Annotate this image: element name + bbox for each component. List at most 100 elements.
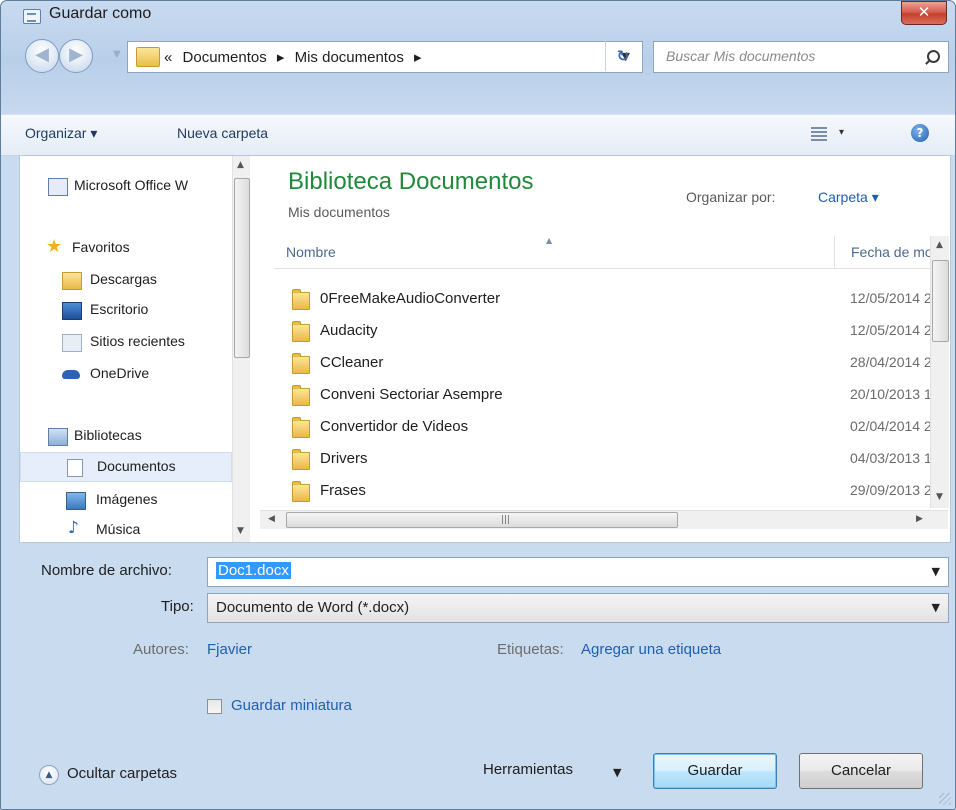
sidebar-item-label: Escritorio bbox=[90, 301, 149, 317]
libraries-icon bbox=[48, 428, 68, 446]
file-date: 28/04/2014 2 bbox=[850, 354, 932, 370]
scroll-down-icon[interactable]: ▼ bbox=[237, 526, 244, 536]
breadcrumb-overflow[interactable]: « bbox=[164, 49, 172, 66]
chevron-down-icon[interactable]: ▼ bbox=[613, 766, 621, 779]
table-row[interactable]: Convertidor de Videos 02/04/2014 2 bbox=[274, 412, 932, 444]
file-date: 04/03/2013 1 bbox=[850, 450, 932, 466]
authors-field[interactable]: Fjavier bbox=[207, 641, 252, 658]
breadcrumb-mis-documentos[interactable]: Mis documentos bbox=[295, 49, 404, 66]
address-bar[interactable]: « Documentos ▸ Mis documentos ▸ ▼ bbox=[127, 41, 643, 73]
filename-input[interactable]: Doc1.docx ▼ bbox=[207, 557, 949, 587]
tags-label: Etiquetas: bbox=[497, 641, 564, 658]
sidebar-item-bibliotecas[interactable]: Bibliotecas bbox=[20, 422, 230, 450]
hide-folders-button[interactable]: Ocultar carpetas bbox=[67, 765, 177, 782]
file-list-horizontal-scrollbar[interactable]: ◀ ||| ▶ bbox=[260, 510, 948, 529]
sidebar-item-escritorio[interactable]: Escritorio bbox=[20, 296, 230, 324]
sidebar-item-label: Música bbox=[96, 521, 141, 537]
sidebar-item-sitios-recientes[interactable]: Sitios recientes bbox=[20, 328, 230, 356]
table-row[interactable]: Audacity 12/05/2014 2 bbox=[274, 316, 932, 348]
scroll-thumb[interactable] bbox=[234, 178, 250, 358]
table-row[interactable]: Frases 29/09/2013 2 bbox=[274, 476, 932, 508]
column-header-row: Nombre ▲ Fecha de mo bbox=[274, 236, 933, 269]
sidebar-item-label: Imágenes bbox=[96, 491, 158, 507]
breadcrumb-separator-icon[interactable]: ▸ bbox=[414, 49, 422, 66]
refresh-icon[interactable]: ↻ bbox=[605, 41, 640, 71]
window-title: Guardar como bbox=[49, 5, 152, 22]
column-header-name[interactable]: Nombre bbox=[286, 244, 336, 260]
sidebar-item-imagenes[interactable]: Imágenes bbox=[20, 486, 230, 514]
table-row[interactable]: 0FreeMakeAudioConverter 12/05/2014 2 bbox=[274, 284, 932, 316]
arrange-by-label: Organizar por: bbox=[686, 189, 776, 205]
sidebar-item-favoritos[interactable]: ★ Favoritos bbox=[20, 234, 230, 262]
back-arrow-icon: ◀ bbox=[35, 44, 49, 65]
sidebar-item-label: Sitios recientes bbox=[90, 333, 185, 349]
breadcrumb-documentos[interactable]: Documentos bbox=[183, 49, 267, 66]
close-button[interactable]: ✕ bbox=[901, 1, 947, 25]
sidebar-item-musica[interactable]: ♪ Música bbox=[20, 516, 230, 542]
navigation-pane: Microsoft Office W ★ Favoritos Descargas… bbox=[20, 156, 260, 542]
tags-field[interactable]: Agregar una etiqueta bbox=[581, 641, 721, 658]
scroll-thumb[interactable] bbox=[932, 260, 949, 342]
sidebar-item-descargas[interactable]: Descargas bbox=[20, 266, 230, 294]
views-icon[interactable] bbox=[811, 127, 827, 141]
filename-value: Doc1.docx bbox=[216, 562, 291, 579]
cancel-button[interactable]: Cancelar bbox=[799, 753, 923, 789]
sidebar-item-microsoft-office-word[interactable]: Microsoft Office W bbox=[20, 172, 230, 200]
tools-button[interactable]: Herramientas bbox=[483, 761, 573, 778]
file-type-select[interactable]: Documento de Word (*.docx) ▼ bbox=[207, 593, 949, 623]
library-subtitle: Mis documentos bbox=[288, 204, 390, 220]
breadcrumb-separator-icon[interactable]: ▸ bbox=[277, 49, 285, 66]
sidebar-item-documentos[interactable]: Documentos bbox=[20, 452, 232, 482]
file-list-pane: Biblioteca Documentos Mis documentos Org… bbox=[260, 156, 950, 542]
back-button[interactable]: ◀ bbox=[25, 39, 59, 73]
breadcrumb: « Documentos ▸ Mis documentos ▸ bbox=[164, 48, 428, 66]
search-placeholder: Buscar Mis documentos bbox=[666, 48, 816, 64]
organize-button[interactable]: Organizar ▾ bbox=[25, 125, 97, 142]
scroll-left-icon[interactable]: ◀ bbox=[268, 514, 275, 524]
sidebar-item-onedrive[interactable]: OneDrive bbox=[20, 360, 230, 388]
scroll-up-icon[interactable]: ▲ bbox=[237, 160, 244, 170]
file-name: 0FreeMakeAudioConverter bbox=[320, 290, 501, 307]
file-type-value: Documento de Word (*.docx) bbox=[216, 599, 410, 616]
folder-icon bbox=[292, 353, 310, 374]
chevron-down-icon[interactable]: ▼ bbox=[932, 601, 940, 614]
file-name: Convertidor de Videos bbox=[320, 418, 469, 435]
title-bar: Guardar como ✕ bbox=[1, 1, 955, 31]
folder-icon bbox=[292, 385, 310, 406]
downloads-folder-icon bbox=[62, 272, 82, 290]
table-row[interactable]: Conveni Sectoriar Asempre 20/10/2013 1 bbox=[274, 380, 932, 412]
search-icon[interactable] bbox=[927, 50, 940, 63]
file-name: CCleaner bbox=[320, 354, 384, 371]
resize-grip-icon[interactable] bbox=[939, 793, 951, 805]
forward-button[interactable]: ▶ bbox=[59, 39, 93, 73]
sidebar-item-label: OneDrive bbox=[90, 365, 150, 381]
views-dropdown-icon[interactable]: ▾ bbox=[839, 127, 844, 138]
table-row[interactable]: CCleaner 28/04/2014 2 bbox=[274, 348, 932, 380]
sidebar-item-label: Microsoft Office W bbox=[74, 177, 189, 193]
file-name: Drivers bbox=[320, 450, 368, 467]
table-row[interactable]: Drivers 04/03/2013 1 bbox=[274, 444, 932, 476]
history-dropdown-icon[interactable]: ▼ bbox=[113, 49, 121, 60]
scroll-down-icon[interactable]: ▼ bbox=[936, 492, 943, 502]
scroll-right-icon[interactable]: ▶ bbox=[916, 514, 923, 524]
hide-folders-icon[interactable]: ▲ bbox=[39, 765, 59, 785]
music-icon: ♪ bbox=[68, 518, 79, 538]
scroll-up-icon[interactable]: ▲ bbox=[936, 240, 943, 250]
file-list-vertical-scrollbar[interactable]: ▲ ▼ bbox=[930, 236, 949, 508]
save-button[interactable]: Guardar bbox=[653, 753, 777, 789]
scroll-thumb[interactable]: ||| bbox=[286, 512, 678, 528]
recent-places-icon bbox=[62, 334, 82, 352]
save-thumbnail-checkbox[interactable] bbox=[207, 699, 222, 714]
chevron-down-icon[interactable]: ▼ bbox=[932, 565, 940, 578]
navigation-scrollbar[interactable]: ▲ ▼ bbox=[232, 156, 250, 542]
arrange-by-dropdown[interactable]: Carpeta ▾ bbox=[818, 189, 879, 206]
search-input[interactable]: Buscar Mis documentos bbox=[653, 41, 949, 73]
address-row: ◀ ▶ ▼ « Documentos ▸ Mis documentos ▸ ▼ … bbox=[1, 37, 955, 77]
folder-icon bbox=[292, 449, 310, 470]
save-thumbnail-label[interactable]: Guardar miniatura bbox=[231, 697, 352, 714]
new-folder-button[interactable]: Nueva carpeta bbox=[177, 125, 268, 141]
pictures-icon bbox=[66, 492, 86, 510]
column-header-date[interactable]: Fecha de mo bbox=[834, 236, 945, 268]
file-name: Audacity bbox=[320, 322, 378, 339]
help-icon[interactable]: ? bbox=[911, 124, 929, 142]
